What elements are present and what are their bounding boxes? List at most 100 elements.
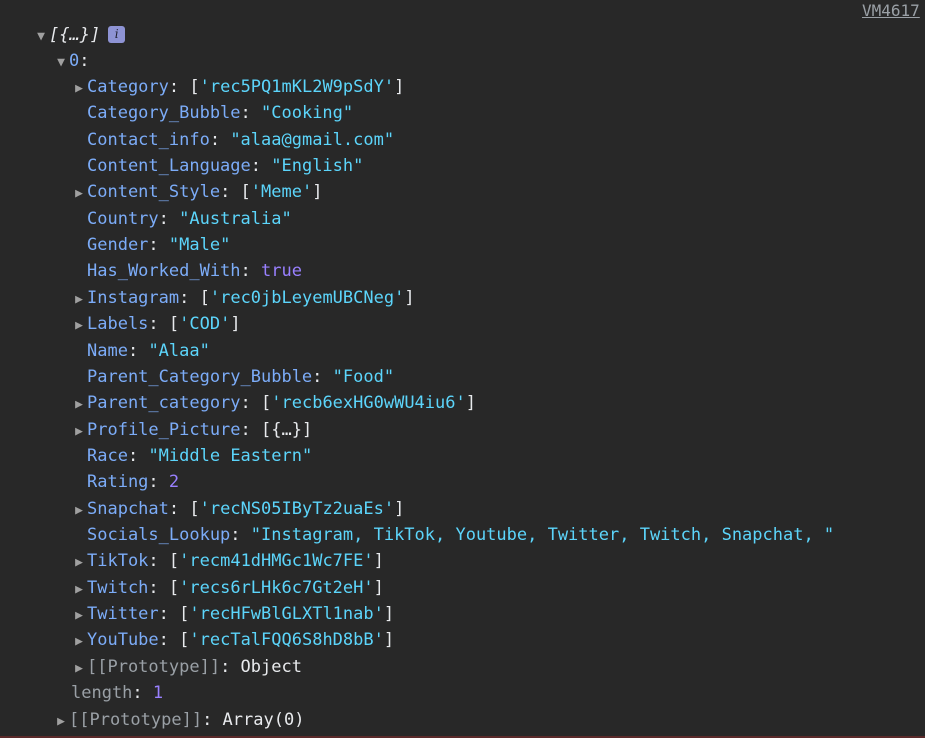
property-key: YouTube bbox=[87, 630, 159, 650]
property-value: "Food" bbox=[332, 367, 395, 387]
colon: : bbox=[220, 657, 241, 677]
collapsed-triangle-icon[interactable]: ▶ bbox=[71, 550, 87, 576]
property-key: Name bbox=[87, 341, 128, 361]
collapsed-triangle-icon[interactable]: ▶ bbox=[71, 419, 87, 445]
colon: : bbox=[158, 630, 180, 650]
expanded-triangle-icon[interactable]: ▼ bbox=[53, 50, 69, 76]
property-value: "English" bbox=[271, 156, 364, 176]
property-row[interactable]: ▶ Instagram: ['rec0jbLeyemUBCNeg'] bbox=[71, 285, 415, 311]
property-row: Contact_info: "alaa@gmail.com" bbox=[71, 127, 394, 153]
open-bracket: [ bbox=[168, 314, 180, 334]
property-row[interactable]: ▶ YouTube: ['recTalFQQ6S8hD8bB'] bbox=[71, 627, 394, 653]
property-key: Content_Language bbox=[87, 156, 251, 176]
property-row[interactable]: ▶ Twitter: ['recHFwBlGLXTl1nab'] bbox=[71, 601, 394, 627]
collapsed-triangle-icon[interactable]: ▶ bbox=[71, 629, 87, 655]
colon: : bbox=[202, 710, 223, 730]
close-bracket: ] bbox=[230, 314, 241, 334]
colon: : bbox=[312, 367, 333, 387]
collapsed-triangle-icon[interactable]: ▶ bbox=[71, 287, 87, 313]
property-value: "Alaa" bbox=[148, 341, 210, 361]
property-row: Name: "Alaa" bbox=[71, 338, 210, 364]
array-prototype-row[interactable]: ▶ [[Prototype]]: Array(0) bbox=[53, 707, 304, 733]
colon: : bbox=[230, 525, 251, 545]
open-bracket: [ bbox=[199, 288, 210, 308]
property-value: Object bbox=[240, 657, 302, 677]
property-key: Snapchat bbox=[87, 499, 169, 519]
open-bracket: [ bbox=[240, 182, 251, 202]
property-value: true bbox=[261, 261, 302, 281]
property-value: 2 bbox=[168, 472, 180, 492]
info-icon[interactable]: i bbox=[108, 25, 126, 43]
property-key: Socials_Lookup bbox=[87, 525, 231, 545]
property-value: 'recNS05IByTz2uaEs' bbox=[199, 499, 395, 519]
open-bracket: [ bbox=[261, 393, 272, 413]
property-row[interactable]: ▶ Content_Style: ['Meme'] bbox=[71, 179, 322, 205]
property-row: Gender: "Male" bbox=[71, 232, 230, 258]
close-bracket: ] bbox=[394, 77, 405, 97]
property-row[interactable]: ▶ Labels: ['COD'] bbox=[71, 311, 241, 337]
property-key: Category bbox=[87, 77, 169, 97]
expanded-triangle-icon[interactable]: ▼ bbox=[33, 24, 49, 50]
collapsed-triangle-icon[interactable]: ▶ bbox=[71, 392, 87, 418]
colon: : bbox=[79, 51, 90, 71]
collapsed-triangle-icon[interactable]: ▶ bbox=[71, 76, 87, 102]
colon: : bbox=[148, 472, 169, 492]
length-key: length bbox=[71, 683, 133, 703]
property-row[interactable]: ▶ Profile_Picture: [{…}] bbox=[71, 417, 312, 443]
source-link[interactable]: VM4617 bbox=[862, 0, 925, 22]
property-key: Content_Style bbox=[87, 182, 221, 202]
property-value: 'recTalFQQ6S8hD8bB' bbox=[189, 630, 384, 650]
property-row: Content_Language: "English" bbox=[71, 153, 363, 179]
item-0-row[interactable]: ▼ 0: bbox=[53, 48, 90, 76]
collapsed-triangle-icon[interactable]: ▶ bbox=[71, 603, 87, 629]
property-key: Parent_category bbox=[87, 393, 241, 413]
property-row[interactable]: ▶ TikTok: ['recm41dHMGc1Wc7FE'] bbox=[71, 548, 384, 574]
property-value: 'COD' bbox=[179, 314, 231, 334]
property-key: Country bbox=[87, 209, 159, 229]
property-row[interactable]: ▶ Parent_category: ['recb6exHG0wWU4iu6'] bbox=[71, 390, 476, 416]
property-row[interactable]: ▶ Twitch: ['recs6rLHk6c7Gt2eH'] bbox=[71, 575, 384, 601]
property-value: "Cooking" bbox=[261, 103, 354, 123]
property-row: Country: "Australia" bbox=[71, 206, 292, 232]
colon: : bbox=[240, 103, 262, 123]
property-row[interactable]: ▶ [[Prototype]]: Object bbox=[71, 654, 302, 680]
property-key: [[Prototype]] bbox=[87, 657, 221, 677]
item-index: 0 bbox=[69, 51, 80, 71]
root-array-preview: [{…}] bbox=[49, 25, 101, 45]
property-value: 'rec5PQ1mKL2W9pSdY' bbox=[199, 77, 395, 97]
close-bracket: ] bbox=[383, 630, 395, 650]
open-bracket: [ bbox=[189, 499, 200, 519]
close-bracket: ] bbox=[312, 182, 323, 202]
property-value: 'Meme' bbox=[250, 182, 313, 202]
property-key: Category_Bubble bbox=[87, 103, 241, 123]
open-bracket: [ bbox=[189, 77, 200, 97]
property-key: Rating bbox=[87, 472, 149, 492]
length-value: 1 bbox=[152, 683, 164, 703]
property-value: 'recs6rLHk6c7Gt2eH' bbox=[179, 578, 374, 598]
colon: : bbox=[158, 209, 180, 229]
property-key: Has_Worked_With bbox=[87, 261, 241, 281]
collapsed-triangle-icon[interactable]: ▶ bbox=[71, 313, 87, 339]
property-value: 'recb6exHG0wWU4iu6' bbox=[271, 393, 466, 413]
close-bracket: ] bbox=[383, 604, 395, 624]
property-row[interactable]: ▶ Category: ['rec5PQ1mKL2W9pSdY'] bbox=[71, 74, 404, 100]
property-key: Labels bbox=[87, 314, 149, 334]
collapsed-triangle-icon[interactable]: ▶ bbox=[71, 577, 87, 603]
root-array-row[interactable]: ▼ [{…}] i bbox=[33, 22, 126, 50]
collapsed-triangle-icon[interactable]: ▶ bbox=[71, 656, 87, 682]
colon: : bbox=[127, 341, 149, 361]
open-bracket: [ bbox=[168, 551, 180, 571]
colon: : bbox=[127, 446, 149, 466]
collapsed-triangle-icon[interactable]: ▶ bbox=[71, 498, 87, 524]
property-row: Parent_Category_Bubble: "Food" bbox=[71, 364, 394, 390]
property-value: {…} bbox=[271, 420, 302, 440]
property-value: "Middle Eastern" bbox=[148, 446, 313, 466]
property-key: Profile_Picture bbox=[87, 420, 241, 440]
property-row: Rating: 2 bbox=[71, 469, 179, 495]
collapsed-triangle-icon[interactable]: ▶ bbox=[71, 181, 87, 207]
property-row: Race: "Middle Eastern" bbox=[71, 443, 312, 469]
property-value: 'rec0jbLeyemUBCNeg' bbox=[209, 288, 405, 308]
property-row[interactable]: ▶ Snapchat: ['recNS05IByTz2uaEs'] bbox=[71, 496, 404, 522]
colon: : bbox=[240, 393, 262, 413]
collapsed-triangle-icon[interactable]: ▶ bbox=[53, 709, 69, 735]
